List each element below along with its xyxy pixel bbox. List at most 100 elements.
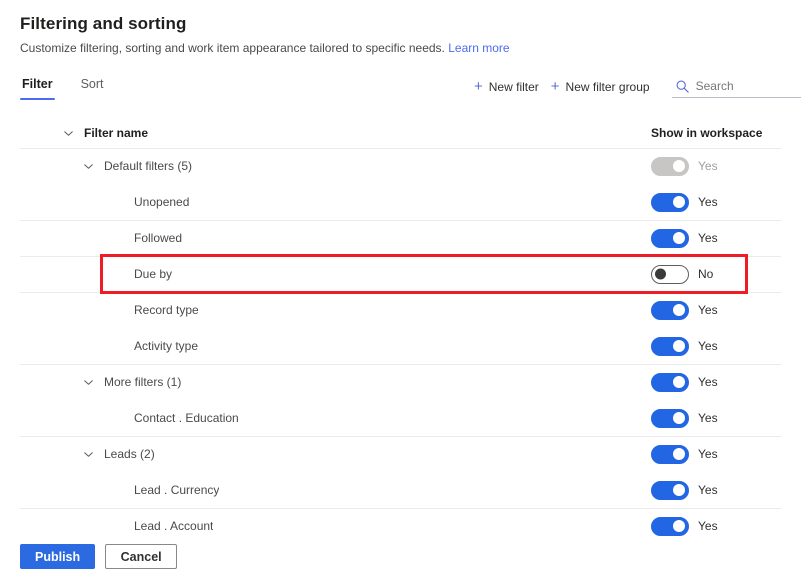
row-toggle-cell: No bbox=[651, 264, 781, 284]
row-name-cell: Default filters (5) bbox=[20, 159, 651, 173]
page-header: Filtering and sorting Customize filterin… bbox=[0, 0, 801, 56]
column-header-filter-name: Filter name bbox=[20, 126, 651, 140]
row-toggle-cell: Yes bbox=[651, 480, 781, 500]
toggle-knob bbox=[673, 520, 685, 532]
row-toggle-cell: Yes bbox=[651, 156, 781, 176]
table-row[interactable]: Record type Yes bbox=[0, 292, 801, 328]
table-row[interactable]: Due by No bbox=[0, 256, 801, 292]
row-label: Leads (2) bbox=[104, 447, 155, 461]
row-name-cell: Due by bbox=[20, 267, 651, 281]
new-filter-group-button[interactable]: + New filter group bbox=[547, 76, 658, 98]
row-label: Default filters (5) bbox=[104, 159, 193, 173]
page-subtitle-text: Customize filtering, sorting and work it… bbox=[20, 41, 445, 55]
show-in-workspace-toggle[interactable] bbox=[651, 444, 689, 464]
tab-sort[interactable]: Sort bbox=[79, 74, 106, 100]
plus-icon: + bbox=[474, 78, 483, 95]
table-row[interactable]: Activity type Yes bbox=[0, 328, 801, 364]
show-in-workspace-toggle[interactable] bbox=[651, 228, 689, 248]
toggle-state-label: No bbox=[698, 267, 714, 281]
new-filter-group-label: New filter group bbox=[565, 80, 650, 94]
table-row[interactable]: Contact . Education Yes bbox=[0, 400, 801, 436]
row-toggle-cell: Yes bbox=[651, 228, 781, 248]
column-header-label-name: Filter name bbox=[84, 126, 149, 140]
show-in-workspace-toggle bbox=[651, 156, 689, 176]
plus-icon: + bbox=[550, 78, 560, 95]
cancel-button[interactable]: Cancel bbox=[105, 544, 178, 569]
toggle-state-label: Yes bbox=[698, 375, 718, 389]
toggle-state-label: Yes bbox=[698, 231, 718, 245]
row-toggle-cell: Yes bbox=[651, 444, 781, 464]
toggle-knob bbox=[673, 196, 685, 208]
toggle-knob bbox=[673, 340, 685, 352]
toggle-knob bbox=[673, 376, 685, 388]
row-label: Lead . Currency bbox=[134, 483, 220, 497]
column-header-show-in-workspace: Show in workspace bbox=[651, 126, 781, 140]
chevron-down-icon[interactable] bbox=[78, 449, 98, 460]
search-icon bbox=[676, 80, 689, 93]
command-bar: Filter Sort + New filter + New filter gr… bbox=[0, 74, 801, 110]
row-name-cell: Record type bbox=[20, 303, 651, 317]
toggle-knob bbox=[655, 268, 666, 280]
tab-list: Filter Sort bbox=[20, 74, 106, 108]
show-in-workspace-toggle[interactable] bbox=[651, 408, 689, 428]
show-in-workspace-toggle[interactable] bbox=[651, 192, 689, 212]
footer-actions: Publish Cancel bbox=[0, 537, 801, 576]
search-box[interactable] bbox=[671, 76, 801, 98]
row-name-cell: Followed bbox=[20, 231, 651, 245]
row-label: Followed bbox=[134, 231, 183, 245]
table-row[interactable]: Unopened Yes bbox=[0, 184, 801, 220]
row-toggle-cell: Yes bbox=[651, 408, 781, 428]
row-name-cell: Lead . Currency bbox=[20, 483, 651, 497]
table-row[interactable]: Leads (2) Yes bbox=[0, 436, 801, 472]
chevron-down-icon[interactable] bbox=[78, 377, 98, 388]
toggle-knob bbox=[673, 412, 685, 424]
row-label: Due by bbox=[134, 267, 173, 281]
row-toggle-cell: Yes bbox=[651, 516, 781, 536]
chevron-down-icon[interactable] bbox=[78, 161, 98, 172]
toggle-state-label: Yes bbox=[698, 339, 718, 353]
show-in-workspace-toggle[interactable] bbox=[651, 480, 689, 500]
row-label: More filters (1) bbox=[104, 375, 182, 389]
row-name-cell: Unopened bbox=[20, 195, 651, 209]
row-toggle-cell: Yes bbox=[651, 300, 781, 320]
toggle-state-label: Yes bbox=[698, 447, 718, 461]
publish-button[interactable]: Publish bbox=[20, 544, 96, 569]
show-in-workspace-toggle[interactable] bbox=[651, 336, 689, 356]
search-input[interactable] bbox=[695, 79, 801, 93]
learn-more-link[interactable]: Learn more bbox=[448, 41, 509, 55]
show-in-workspace-toggle[interactable] bbox=[651, 372, 689, 392]
row-label: Unopened bbox=[134, 195, 190, 209]
command-bar-actions: + New filter + New filter group bbox=[470, 76, 801, 98]
table-row[interactable]: Followed Yes bbox=[0, 220, 801, 256]
toggle-knob bbox=[673, 484, 685, 496]
toggle-state-label: Yes bbox=[698, 519, 718, 533]
page-subtitle: Customize filtering, sorting and work it… bbox=[20, 40, 781, 56]
show-in-workspace-toggle[interactable] bbox=[651, 300, 689, 320]
row-toggle-cell: Yes bbox=[651, 192, 781, 212]
new-filter-label: New filter bbox=[488, 80, 539, 94]
tab-filter[interactable]: Filter bbox=[20, 74, 55, 100]
table-header-row: Filter name Show in workspace bbox=[0, 118, 801, 148]
show-in-workspace-toggle[interactable] bbox=[651, 264, 689, 284]
table-row[interactable]: Default filters (5) Yes bbox=[0, 148, 801, 184]
toggle-state-label: Yes bbox=[698, 483, 718, 497]
row-toggle-cell: Yes bbox=[651, 372, 781, 392]
row-name-cell: Contact . Education bbox=[20, 411, 651, 425]
table-row[interactable]: Lead . Currency Yes bbox=[0, 472, 801, 508]
new-filter-button[interactable]: + New filter bbox=[470, 76, 547, 98]
page-title: Filtering and sorting bbox=[20, 14, 187, 33]
toggle-state-label: Yes bbox=[698, 303, 718, 317]
chevron-down-icon[interactable] bbox=[58, 128, 78, 139]
show-in-workspace-toggle[interactable] bbox=[651, 516, 689, 536]
row-label: Activity type bbox=[134, 339, 199, 353]
toggle-knob bbox=[673, 448, 685, 460]
table-row[interactable]: More filters (1) Yes bbox=[0, 364, 801, 400]
toggle-state-label: Yes bbox=[698, 159, 718, 173]
toggle-knob bbox=[673, 160, 685, 172]
row-label: Record type bbox=[134, 303, 199, 317]
table-body: Default filters (5) Yes Unopened Yes Followe… bbox=[0, 148, 801, 544]
row-name-cell: Lead . Account bbox=[20, 519, 651, 533]
filter-table: Filter name Show in workspace Default fi… bbox=[0, 118, 801, 544]
toggle-state-label: Yes bbox=[698, 411, 718, 425]
toggle-knob bbox=[673, 232, 685, 244]
